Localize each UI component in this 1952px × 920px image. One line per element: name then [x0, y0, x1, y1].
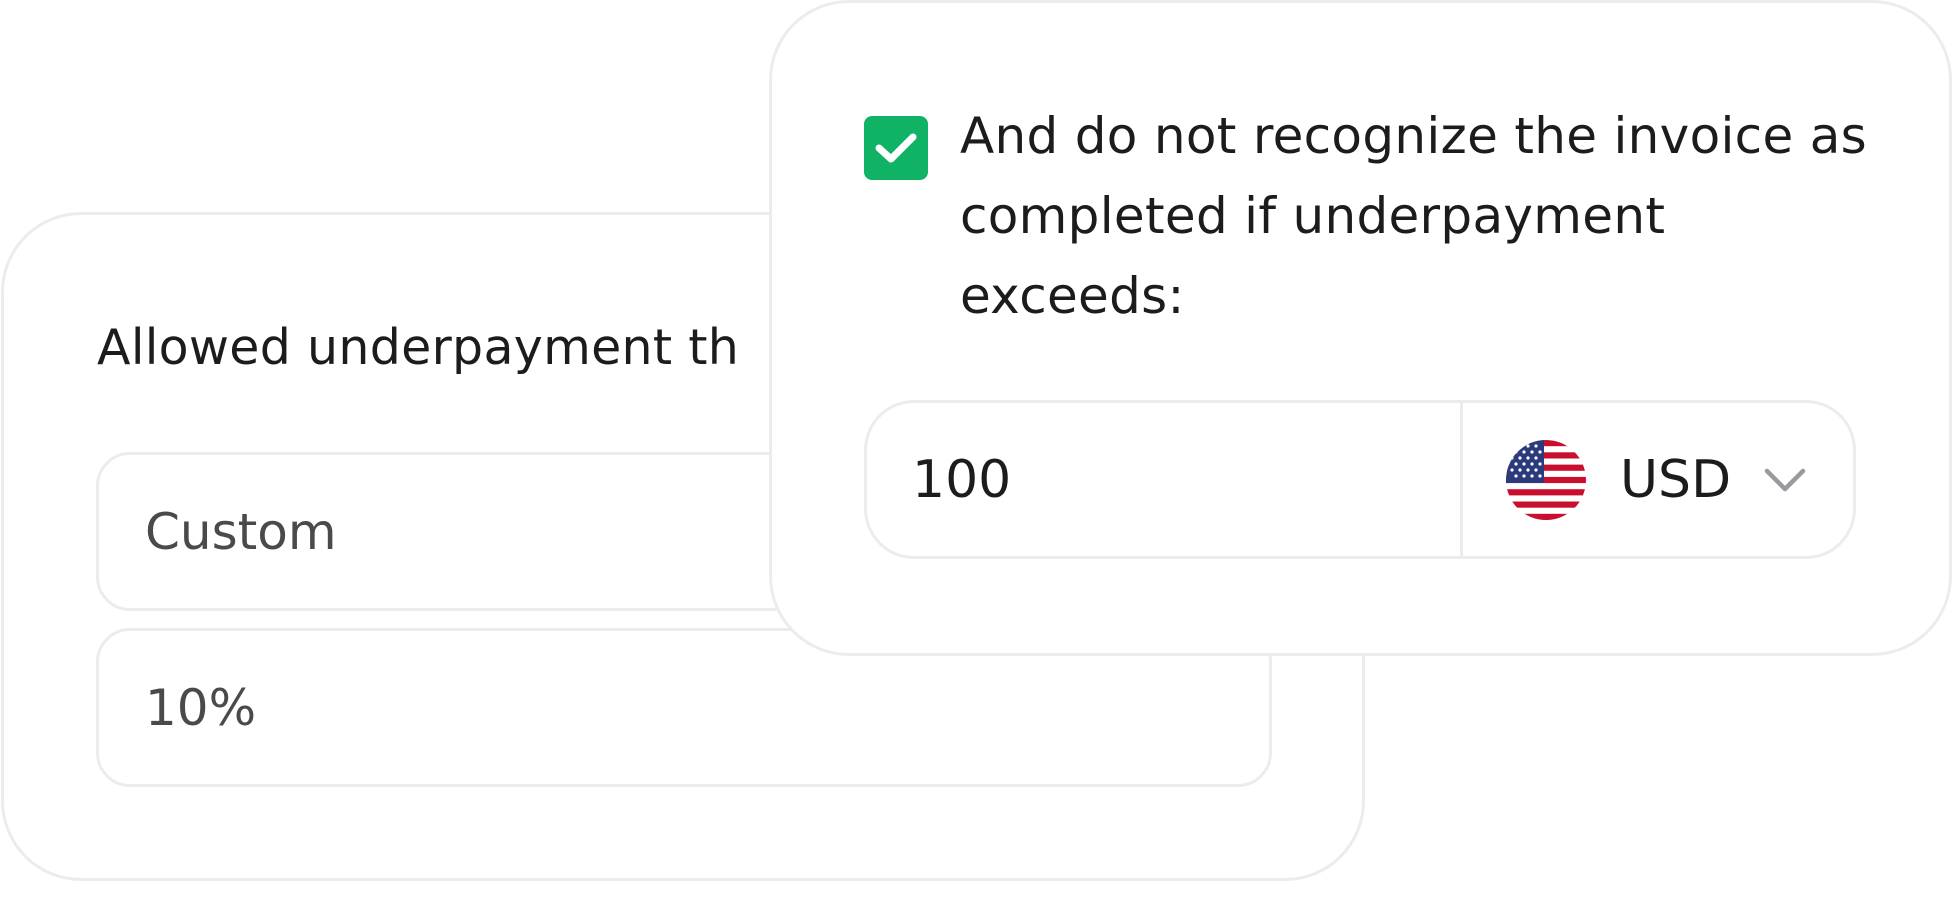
underpayment-amount-input[interactable]: 100: [867, 403, 1463, 556]
checkmark-icon: [875, 133, 917, 163]
underpayment-limit-label: And do not recognize the invoice as comp…: [960, 107, 1867, 325]
chevron-down-icon: [1764, 468, 1806, 491]
us-flag-icon: [1506, 439, 1586, 520]
underpayment-amount-group: 100 USD: [864, 400, 1856, 559]
underpayment-settings-illustration: Allowed underpayment th Custom 10% And d…: [0, 0, 1952, 920]
underpayment-limit-checkbox[interactable]: [864, 116, 928, 180]
underpayment-threshold-label: Allowed underpayment th: [97, 319, 740, 376]
currency-select[interactable]: USD: [1463, 403, 1853, 556]
currency-code: USD: [1620, 449, 1732, 510]
